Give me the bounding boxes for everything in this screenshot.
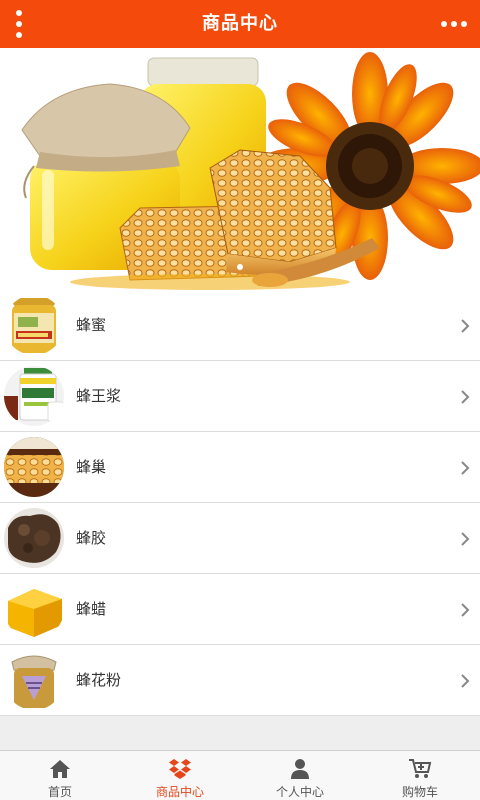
carousel-indicator <box>0 255 480 274</box>
category-list: 蜂蜜 蜂王浆 蜂巢 蜂胶 蜂蜡 蜂花粉 <box>0 290 480 716</box>
banner-image <box>0 48 480 290</box>
item-label: 蜂蜜 <box>76 316 107 334</box>
banner-carousel[interactable] <box>0 48 480 290</box>
tab-label: 首页 <box>47 785 72 799</box>
tab-label: 个人中心 <box>275 785 324 799</box>
honeycomb-thumbnail <box>4 437 64 497</box>
carousel-dot[interactable] <box>237 264 243 270</box>
tab-label: 商品中心 <box>155 785 204 799</box>
more-dot-icon <box>441 21 447 27</box>
cart-icon <box>409 759 432 778</box>
chevron-right-icon <box>461 532 470 546</box>
item-label: 蜂蜡 <box>76 600 107 618</box>
more-dot-icon <box>451 21 457 27</box>
chevron-right-icon <box>461 461 470 475</box>
item-label: 蜂王浆 <box>76 387 122 405</box>
list-item-honey[interactable]: 蜂蜜 <box>0 290 480 361</box>
chevron-right-icon <box>461 674 470 688</box>
tab-cart[interactable]: 购物车 <box>360 751 480 800</box>
beeswax-thumbnail <box>4 579 64 639</box>
tab-home[interactable]: 首页 <box>0 751 120 800</box>
tab-products[interactable]: 商品中心 <box>120 751 240 800</box>
list-item-beeswax[interactable]: 蜂蜡 <box>0 574 480 645</box>
item-label: 蜂胶 <box>76 529 107 547</box>
item-label: 蜂巢 <box>76 458 107 476</box>
tab-profile[interactable]: 个人中心 <box>240 751 360 800</box>
bee-pollen-thumbnail <box>4 650 64 710</box>
chevron-right-icon <box>461 319 470 333</box>
list-item-royal-jelly[interactable]: 蜂王浆 <box>0 361 480 432</box>
user-icon <box>291 759 309 779</box>
chevron-right-icon <box>461 603 470 617</box>
page-title: 商品中心 <box>202 13 278 34</box>
list-item-honeycomb[interactable]: 蜂巢 <box>0 432 480 503</box>
item-label: 蜂花粉 <box>76 671 122 689</box>
propolis-thumbnail <box>4 508 64 568</box>
honey-bottle-thumbnail <box>4 295 64 355</box>
top-bar: 商品中心 <box>0 0 480 48</box>
tab-label: 购物车 <box>401 785 438 799</box>
chevron-right-icon <box>461 390 470 404</box>
royal-jelly-thumbnail <box>4 366 64 426</box>
dropbox-icon <box>169 759 191 779</box>
more-button[interactable] <box>440 8 472 40</box>
home-icon <box>50 760 70 778</box>
more-dot-icon <box>461 21 467 27</box>
list-item-bee-pollen[interactable]: 蜂花粉 <box>0 645 480 716</box>
list-item-propolis[interactable]: 蜂胶 <box>0 503 480 574</box>
bottom-tab-bar: 首页 商品中心 个人中心 购物车 <box>0 750 480 800</box>
